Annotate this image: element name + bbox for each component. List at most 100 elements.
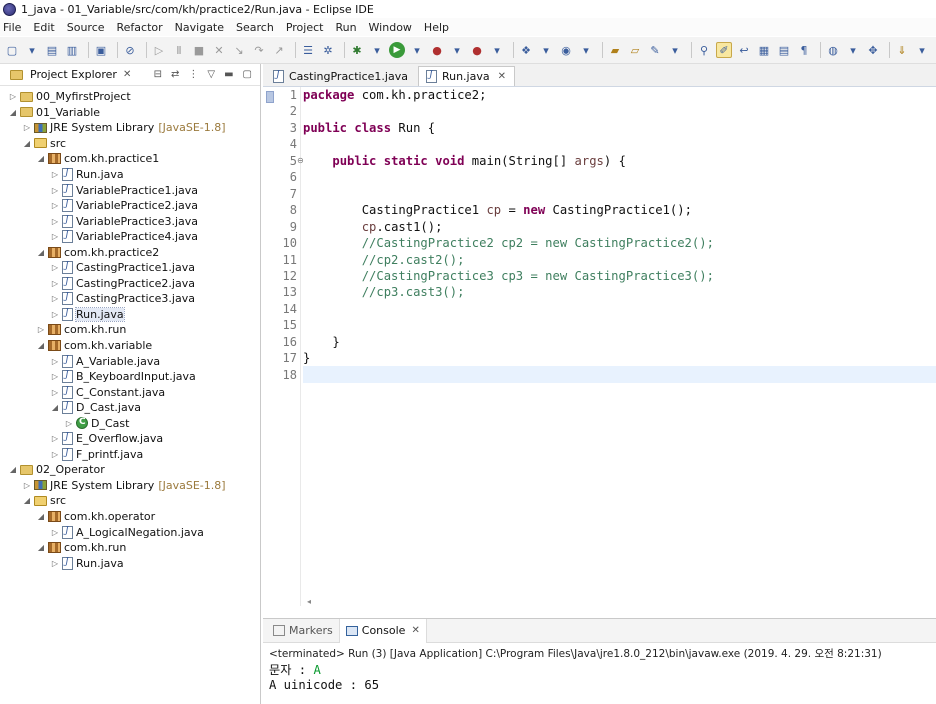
tree-item[interactable]: ▷ CastingPractice1.java xyxy=(0,260,260,276)
new-java-class-icon[interactable]: ◉ xyxy=(558,42,574,58)
close-icon[interactable]: ✕ xyxy=(411,625,419,636)
menu-help[interactable]: Help xyxy=(424,21,449,34)
suspend-icon[interactable]: Ⅱ xyxy=(171,42,187,58)
collapsed-arrow-icon[interactable]: ▷ xyxy=(50,201,60,210)
dropdown-arrow-icon[interactable]: ▾ xyxy=(489,42,505,58)
expanded-arrow-icon[interactable]: ◢ xyxy=(22,139,32,148)
dropdown-arrow-icon[interactable]: ▾ xyxy=(409,42,425,58)
collapsed-arrow-icon[interactable]: ▷ xyxy=(50,310,60,319)
code-line[interactable] xyxy=(303,301,936,317)
tree-item[interactable]: ▷ E_Overflow.java xyxy=(0,431,260,447)
code-line[interactable]: } xyxy=(303,334,936,350)
code-line[interactable] xyxy=(303,317,936,333)
code-line[interactable]: //cp2.cast2(); xyxy=(303,251,936,267)
tree-item[interactable]: ◢ 01_Variable xyxy=(0,105,260,121)
collapsed-arrow-icon[interactable]: ▷ xyxy=(36,325,46,334)
expanded-arrow-icon[interactable]: ◢ xyxy=(36,543,46,552)
step-return-icon[interactable]: ↗ xyxy=(271,42,287,58)
collapsed-arrow-icon[interactable]: ▷ xyxy=(50,217,60,226)
tree-item[interactable]: ▷ Run.java xyxy=(0,306,260,323)
tree-item[interactable]: ▷ com.kh.run xyxy=(0,322,260,338)
code-line[interactable]: public static void main(String[] args) { xyxy=(303,153,936,169)
menu-navigate[interactable]: Navigate xyxy=(175,21,224,34)
code-line[interactable] xyxy=(303,103,936,119)
expanded-arrow-icon[interactable]: ◢ xyxy=(50,403,60,412)
collapsed-arrow-icon[interactable]: ▷ xyxy=(50,170,60,179)
collapsed-arrow-icon[interactable]: ▷ xyxy=(50,434,60,443)
minimize-icon[interactable]: ▬ xyxy=(224,69,233,80)
coverage-icon[interactable]: ✲ xyxy=(320,42,336,58)
collapsed-arrow-icon[interactable]: ▷ xyxy=(50,528,60,537)
tree-item[interactable]: ◢ 02_Operator xyxy=(0,462,260,478)
resume-icon[interactable]: ▷ xyxy=(151,42,167,58)
expanded-arrow-icon[interactable]: ◢ xyxy=(22,496,32,505)
step-over-icon[interactable]: ↷ xyxy=(251,42,267,58)
menu-edit[interactable]: Edit xyxy=(33,21,54,34)
filters-icon[interactable]: ⋮ xyxy=(188,69,198,80)
tree-item[interactable]: ▷ D_Cast xyxy=(0,415,260,431)
tree-item[interactable]: ◢ D_Cast.java xyxy=(0,400,260,416)
code-line[interactable]: //cp3.cast3(); xyxy=(303,284,936,300)
code-editor[interactable]: 1 2 3 4 5 ⊖ 6 7 8 9 10 11 12 13 14 15 16 17 18 package com… xyxy=(263,87,936,606)
external-tools-icon[interactable]: ● xyxy=(469,42,485,58)
tree-item[interactable]: ▷ VariablePractice1.java xyxy=(0,182,260,198)
code-line[interactable] xyxy=(303,136,936,152)
tree-item[interactable]: ▷ C_Constant.java xyxy=(0,384,260,400)
open-type-icon[interactable]: ▰ xyxy=(607,42,623,58)
collapsed-arrow-icon[interactable]: ▷ xyxy=(50,232,60,241)
dropdown-arrow-icon[interactable]: ▾ xyxy=(845,42,861,58)
breadcrumb-icon[interactable]: ◍ xyxy=(825,42,841,58)
save-icon[interactable]: ▤ xyxy=(44,42,60,58)
open-task-icon[interactable]: ▱ xyxy=(627,42,643,58)
code-line[interactable]: //CastingPractice3 cp3 = new CastingPrac… xyxy=(303,268,936,284)
menu-file[interactable]: File xyxy=(3,21,21,34)
tree-item[interactable]: ◢ com.kh.run xyxy=(0,540,260,556)
pilcrow-icon[interactable]: ¶ xyxy=(796,42,812,58)
tree-item[interactable]: ▷ Run.java xyxy=(0,167,260,183)
dropdown-arrow-icon[interactable]: ▾ xyxy=(538,42,554,58)
tree-item[interactable]: ▷ VariablePractice3.java xyxy=(0,213,260,229)
tree-item[interactable]: ▷ A_Variable.java xyxy=(0,353,260,369)
debug-icon[interactable]: ✱ xyxy=(349,42,365,58)
tree-item[interactable]: ◢ com.kh.practice2 xyxy=(0,244,260,260)
console-icon[interactable]: ☰ xyxy=(300,42,316,58)
code-line[interactable]: package com.kh.practice2; xyxy=(303,87,936,103)
tree-item[interactable]: ▷ JRE System Library [JavaSE-1.8] xyxy=(0,120,260,136)
disconnect-icon[interactable]: ✕ xyxy=(211,42,227,58)
expanded-arrow-icon[interactable]: ◢ xyxy=(36,341,46,350)
dropdown-arrow-icon[interactable]: ▾ xyxy=(578,42,594,58)
new-java-project-icon[interactable]: ❖ xyxy=(518,42,534,58)
tree-item[interactable]: ▷ JRE System Library [JavaSE-1.8] xyxy=(0,478,260,494)
link-with-editor-icon[interactable]: ⇄ xyxy=(171,69,179,80)
collapsed-arrow-icon[interactable]: ▷ xyxy=(22,123,32,132)
menu-window[interactable]: Window xyxy=(369,21,412,34)
collapsed-arrow-icon[interactable]: ▷ xyxy=(50,186,60,195)
word-wrap-icon[interactable]: ↩ xyxy=(736,42,752,58)
menu-search[interactable]: Search xyxy=(236,21,274,34)
toggle-icon[interactable]: ✥ xyxy=(865,42,881,58)
close-icon[interactable]: ✕ xyxy=(498,71,506,82)
tree-item[interactable]: ◢ com.kh.variable xyxy=(0,338,260,354)
terminate-icon[interactable]: ■ xyxy=(191,42,207,58)
expanded-arrow-icon[interactable]: ◢ xyxy=(36,248,46,257)
tree-item[interactable]: ◢ src xyxy=(0,493,260,509)
dropdown-arrow-icon[interactable]: ▾ xyxy=(449,42,465,58)
search-icon[interactable]: ✎ xyxy=(647,42,663,58)
code-line[interactable]: CastingPractice1 cp = new CastingPractic… xyxy=(303,202,936,218)
tab-console[interactable]: Console ✕ xyxy=(338,618,427,643)
run-external-icon[interactable]: ● xyxy=(429,42,445,58)
dropdown-arrow-icon[interactable]: ▾ xyxy=(914,42,930,58)
mark-occurrences-icon[interactable]: ✐ xyxy=(716,42,732,58)
next-annotation-icon[interactable]: ⇓ xyxy=(894,42,910,58)
expanded-arrow-icon[interactable]: ◢ xyxy=(36,512,46,521)
view-menu-icon[interactable]: ▽ xyxy=(207,69,215,80)
tree-item[interactable]: ◢ src xyxy=(0,136,260,152)
code-line[interactable]: //CastingPractice2 cp2 = new CastingPrac… xyxy=(303,235,936,251)
tree-item[interactable]: ▷ 00_MyfirstProject xyxy=(0,89,260,105)
tree-item[interactable]: ◢ com.kh.operator xyxy=(0,509,260,525)
pin-icon[interactable]: ⚲ xyxy=(696,42,712,58)
collapsed-arrow-icon[interactable]: ▷ xyxy=(64,419,74,428)
dropdown-arrow-icon[interactable]: ▾ xyxy=(667,42,683,58)
collapsed-arrow-icon[interactable]: ▷ xyxy=(50,357,60,366)
tree-item[interactable]: ▷ Run.java xyxy=(0,555,260,571)
